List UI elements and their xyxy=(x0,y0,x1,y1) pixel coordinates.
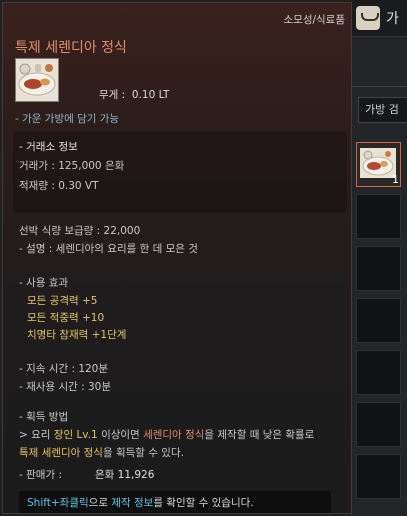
ship-supply: 선박 식량 보급량 : 22,000 xyxy=(19,225,141,237)
inventory-panel: 가 가방 검 1 xyxy=(350,0,407,516)
duration: - 지속 시간 : 120분 xyxy=(19,363,109,375)
effect-line: 모든 적중력 +10 xyxy=(27,312,105,324)
inventory-slot[interactable] xyxy=(356,402,401,447)
market-price: 거래가 : 125,000 은화 xyxy=(19,160,125,172)
item-quantity: 1 xyxy=(392,173,399,186)
serendia-meal-icon xyxy=(360,148,396,178)
weight-label: 무게 : xyxy=(99,89,126,101)
market-stock: 적재량 : 0.30 VT xyxy=(19,180,99,192)
item-name: 특제 세렌디아 정식 xyxy=(15,40,127,56)
acq-text: > 요리 xyxy=(19,429,54,441)
sell-price-label: - 판매가 : xyxy=(19,469,62,481)
inventory-slot-food[interactable]: 1 xyxy=(356,142,401,187)
item-category: 소모성/식료품 xyxy=(283,14,346,26)
acquisition-header: - 획득 방법 xyxy=(19,411,69,423)
acq-text: 을 획득할 수 있다. xyxy=(102,447,184,459)
acq-skill-level: 장인 Lv.1 xyxy=(53,429,98,441)
inventory-slot[interactable] xyxy=(356,454,401,499)
acq-item-name: 특제 세렌디아 정식 xyxy=(19,447,103,459)
item-weight: 무게 : 0.10 LT xyxy=(99,87,169,102)
weight-value: 0.10 LT xyxy=(131,89,170,101)
item-thumbnail xyxy=(15,58,59,102)
inventory-slot[interactable] xyxy=(356,350,401,395)
serendia-meal-icon xyxy=(16,59,58,101)
effect-line: 모든 공격력 +5 xyxy=(27,295,98,307)
hint-craft-info: 제작 정보 xyxy=(111,497,154,509)
acq-text: 이상이면 xyxy=(97,429,144,441)
acquisition-line-1: > 요리 장인 Lv.1 이상이면 세렌디아 정식을 제작할 때 낮은 확률로 xyxy=(19,427,314,442)
acq-recipe-name: 세렌디아 정식 xyxy=(143,429,205,441)
market-title: - 거래소 정보 xyxy=(19,141,78,153)
inventory-bag-icon[interactable] xyxy=(356,6,380,30)
cooldown: - 재사용 시간 : 30분 xyxy=(19,381,111,393)
item-description: - 설명 : 세렌디아의 요리를 한 데 모은 것 xyxy=(19,243,198,255)
bag-note: - 가운 가방에 담기 가능 xyxy=(15,113,120,125)
hint-keys: Shift+좌클릭 xyxy=(27,497,89,509)
inventory-slot[interactable] xyxy=(356,194,401,239)
acquisition-line-2: 특제 세렌디아 정식을 획득할 수 있다. xyxy=(19,445,184,460)
inventory-header: 가 xyxy=(350,0,407,37)
inventory-title: 가 xyxy=(386,11,399,27)
acq-text: 을 제작할 때 낮은 확률로 xyxy=(204,429,315,441)
hint-text: 를 확인할 수 있습니다. xyxy=(153,497,254,509)
hint-text: 으로 xyxy=(88,497,112,509)
craft-info-hint: Shift+좌클릭으로 제작 정보를 확인할 수 있습니다. xyxy=(27,495,254,510)
divider xyxy=(350,86,407,87)
item-tooltip: 소모성/식료품 특제 세렌디아 정식 무게 : 0.10 LT - 가운 가방에… xyxy=(2,2,352,514)
bag-search-input[interactable]: 가방 검 xyxy=(358,97,407,123)
inventory-slot[interactable] xyxy=(356,298,401,343)
inventory-slot[interactable] xyxy=(356,246,401,291)
effect-line: 치명타 참재력 +1단계 xyxy=(27,329,127,341)
effects-header: - 사용 효과 xyxy=(19,277,69,289)
sell-price-value: 은화 11,926 xyxy=(95,469,155,481)
